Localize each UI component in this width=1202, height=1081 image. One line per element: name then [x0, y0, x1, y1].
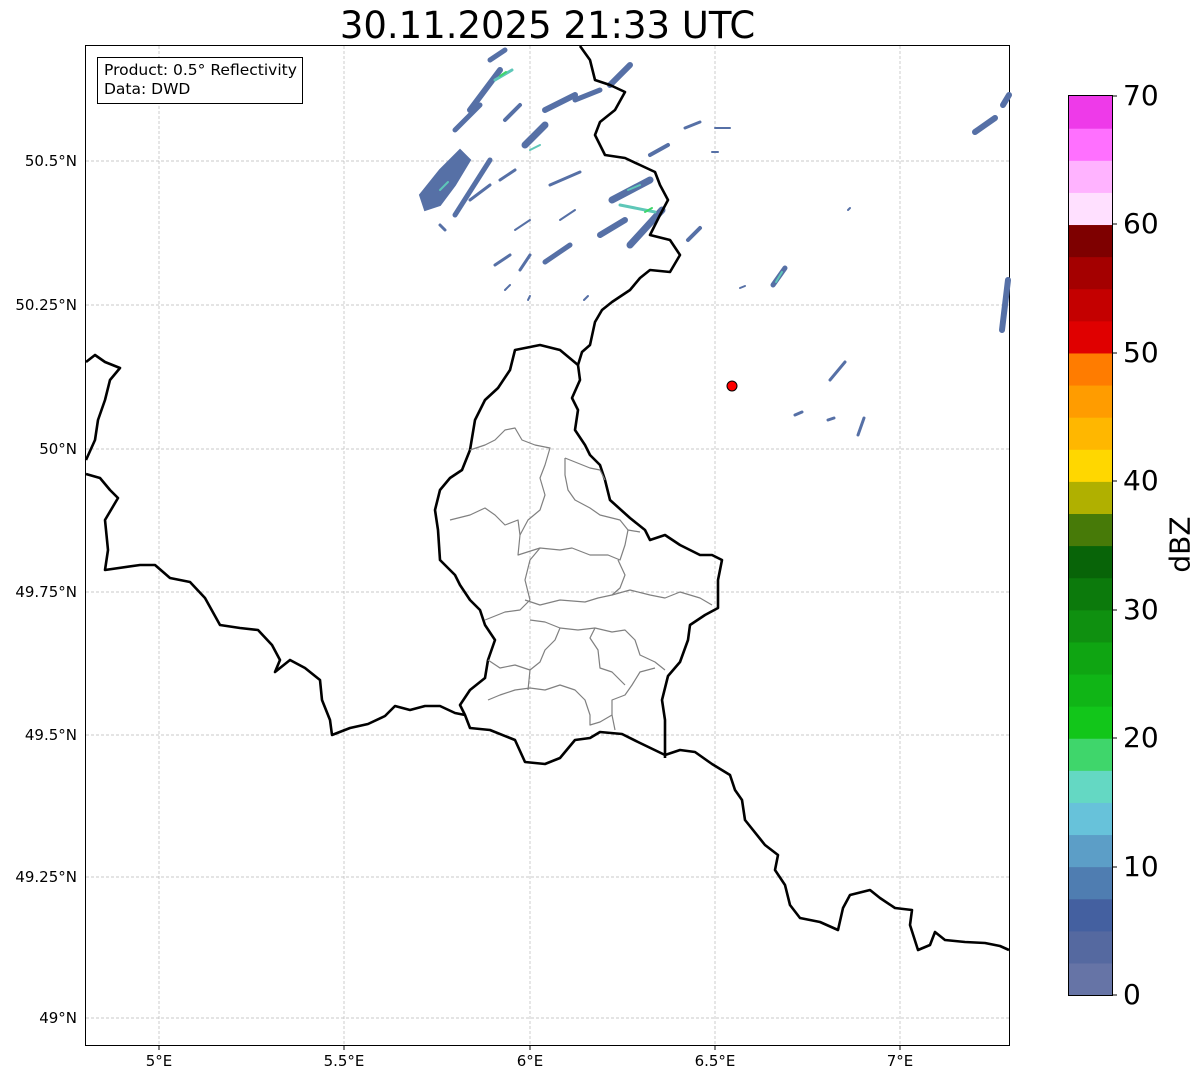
radar-map — [84, 45, 1012, 1050]
colorbar-band — [1069, 930, 1112, 964]
colorbar-band — [1069, 673, 1112, 707]
colorbar-band — [1069, 577, 1112, 611]
product-info-line: Product: 0.5° Reflectivity — [104, 61, 297, 79]
lon-tick-label: 5.5°E — [323, 1052, 365, 1070]
colorbar-band — [1069, 738, 1112, 771]
colorbar-band — [1069, 481, 1112, 514]
colorbar-tick-label: 0 — [1123, 978, 1141, 1011]
colorbar-band — [1069, 352, 1112, 386]
lon-tick-label: 6°E — [516, 1052, 544, 1070]
colorbar-tick-label: 70 — [1123, 79, 1159, 112]
data-source-line: Data: DWD — [104, 80, 191, 98]
lat-tick-label: 49°N — [39, 1009, 77, 1027]
product-info-box: Product: 0.5° Reflectivity Data: DWD — [97, 57, 303, 104]
colorbar-band — [1069, 641, 1112, 675]
colorbar — [1068, 95, 1117, 996]
lon-tick-label: 7°E — [886, 1052, 914, 1070]
lat-tick-label: 50.5°N — [24, 152, 77, 170]
colorbar-tick-label: 40 — [1123, 464, 1159, 497]
radar-site-marker — [726, 380, 738, 392]
lat-tick-label: 50°N — [39, 440, 77, 458]
colorbar-band — [1069, 224, 1112, 258]
colorbar-band — [1069, 449, 1112, 482]
colorbar-band — [1069, 288, 1112, 322]
colorbar-tick-label: 10 — [1123, 850, 1159, 883]
colorbar-band — [1069, 96, 1112, 129]
lon-tick-label: 5°E — [145, 1052, 173, 1070]
colorbar-band — [1069, 834, 1112, 868]
colorbar-band — [1069, 609, 1112, 643]
colorbar-band — [1069, 770, 1112, 803]
lat-tick-label: 50.25°N — [15, 296, 77, 314]
colorbar-band — [1069, 898, 1112, 932]
colorbar-band — [1069, 545, 1112, 579]
lat-tick-label: 49.5°N — [24, 726, 77, 744]
colorbar-band — [1069, 706, 1112, 739]
colorbar-band — [1069, 802, 1112, 836]
colorbar-tick-label: 20 — [1123, 721, 1159, 754]
colorbar-band — [1069, 256, 1112, 290]
colorbar-unit-label: dBZ — [1163, 516, 1197, 573]
colorbar-band — [1069, 962, 1112, 996]
lon-tick-label: 6.5°E — [694, 1052, 736, 1070]
colorbar-band — [1069, 128, 1112, 161]
lat-tick-label: 49.25°N — [15, 868, 77, 886]
colorbar-tick-label: 30 — [1123, 593, 1159, 626]
colorbar-band — [1069, 160, 1112, 193]
lat-tick-label: 49.75°N — [15, 583, 77, 601]
colorbar-tick-label: 50 — [1123, 336, 1159, 369]
colorbar-band — [1069, 513, 1112, 547]
colorbar-bands — [1069, 96, 1112, 996]
colorbar-band — [1069, 192, 1112, 226]
map-frame — [85, 45, 1010, 1046]
colorbar-band — [1069, 384, 1112, 418]
colorbar-band — [1069, 866, 1112, 900]
colorbar-tick-label: 60 — [1123, 207, 1159, 240]
colorbar-band — [1069, 417, 1112, 450]
colorbar-band — [1069, 320, 1112, 354]
